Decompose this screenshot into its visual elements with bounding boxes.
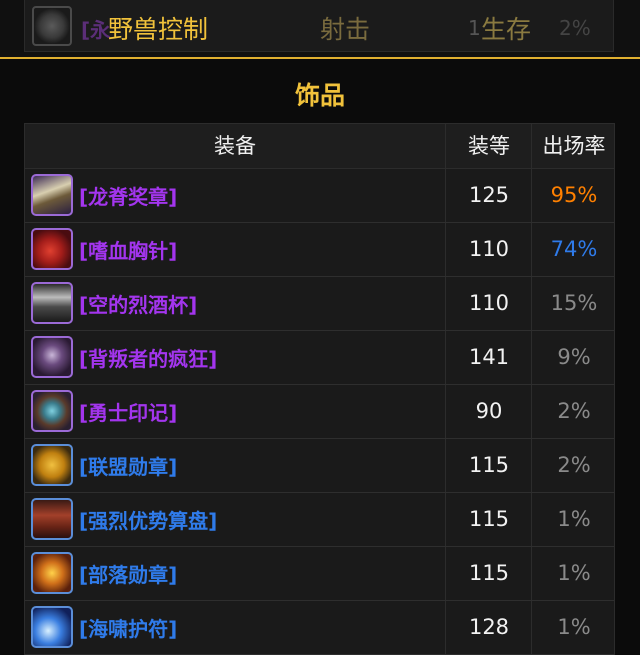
table-body: [龙脊奖章] 125 95% [嗜血胸针] 110 74% [空的烈酒杯] 110 15% [背叛… [25,169,614,655]
tab-beast-mastery[interactable]: 野兽控制 [108,14,208,46]
tab-marksmanship[interactable]: 射击 [320,14,370,46]
table-row[interactable]: [部落勋章] 115 1% [25,547,614,601]
header-gear: 装备 [214,134,256,158]
item-name-link[interactable]: [联盟勋章] [79,451,177,480]
ghost-item-name: [永 [81,18,111,42]
skull-face-icon [31,336,73,378]
table-row[interactable]: [勇士印记] 90 2% [25,385,614,439]
spine-icon [31,174,73,216]
tab-survival[interactable]: 生存 [481,14,531,46]
item-name-link[interactable]: [嗜血胸针] [79,235,177,264]
table-row[interactable]: [海啸护符] 128 1% [25,601,614,655]
table-row[interactable]: [背叛者的疯狂] 141 9% [25,331,614,385]
ghost-item-level: 1 [468,16,481,40]
usage-rate: 9% [531,331,616,384]
item-name-link[interactable]: [部落勋章] [79,559,177,588]
top-bar: [永 1 2% 野兽控制 射击 生存 [0,0,640,57]
usage-rate: 15% [531,277,616,330]
gold-medal-icon [31,444,73,486]
usage-rate: 1% [531,547,616,600]
header-usage-rate: 出场率 [531,124,616,168]
red-brooch-icon [31,228,73,270]
trinket-table: 装备 装等 出场率 [龙脊奖章] 125 95% [嗜血胸针] 110 74% [空的烈酒杯… [24,123,615,655]
usage-rate: 1% [531,601,616,654]
usage-rate: 2% [531,439,616,492]
table-row[interactable]: [强烈优势算盘] 115 1% [25,493,614,547]
tab-divider [0,57,640,59]
usage-rate: 95% [531,169,616,222]
table-row[interactable]: [龙脊奖章] 125 95% [25,169,614,223]
chest-icon [31,498,73,540]
item-level: 115 [445,547,532,600]
ghost-item-rate: 2% [559,16,591,40]
item-level: 110 [445,277,532,330]
gem-badge-icon [31,390,73,432]
item-level: 115 [445,439,532,492]
helm-icon [32,6,72,46]
item-level: 110 [445,223,532,276]
item-name-link[interactable]: [龙脊奖章] [79,181,177,210]
table-row[interactable]: [嗜血胸针] 110 74% [25,223,614,277]
table-row[interactable]: [联盟勋章] 115 2% [25,439,614,493]
horde-medal-icon [31,552,73,594]
item-name-link[interactable]: [背叛者的疯狂] [79,343,217,372]
item-level: 90 [445,385,532,438]
item-name-link[interactable]: [勇士印记] [79,397,177,426]
item-level: 115 [445,493,532,546]
usage-rate: 74% [531,223,616,276]
header-item-level: 装等 [445,124,532,168]
usage-rate: 1% [531,493,616,546]
item-name-link[interactable]: [空的烈酒杯] [79,289,197,318]
table-row[interactable]: [空的烈酒杯] 110 15% [25,277,614,331]
item-name-link[interactable]: [海啸护符] [79,613,177,642]
item-name-link[interactable]: [强烈优势算盘] [79,505,217,534]
table-header: 装备 装等 出场率 [25,123,614,169]
item-level: 141 [445,331,532,384]
item-level: 125 [445,169,532,222]
item-level: 128 [445,601,532,654]
empty-cup-icon [31,282,73,324]
wave-charm-icon [31,606,73,648]
usage-rate: 2% [531,385,616,438]
section-title: 饰品 [294,81,345,110]
